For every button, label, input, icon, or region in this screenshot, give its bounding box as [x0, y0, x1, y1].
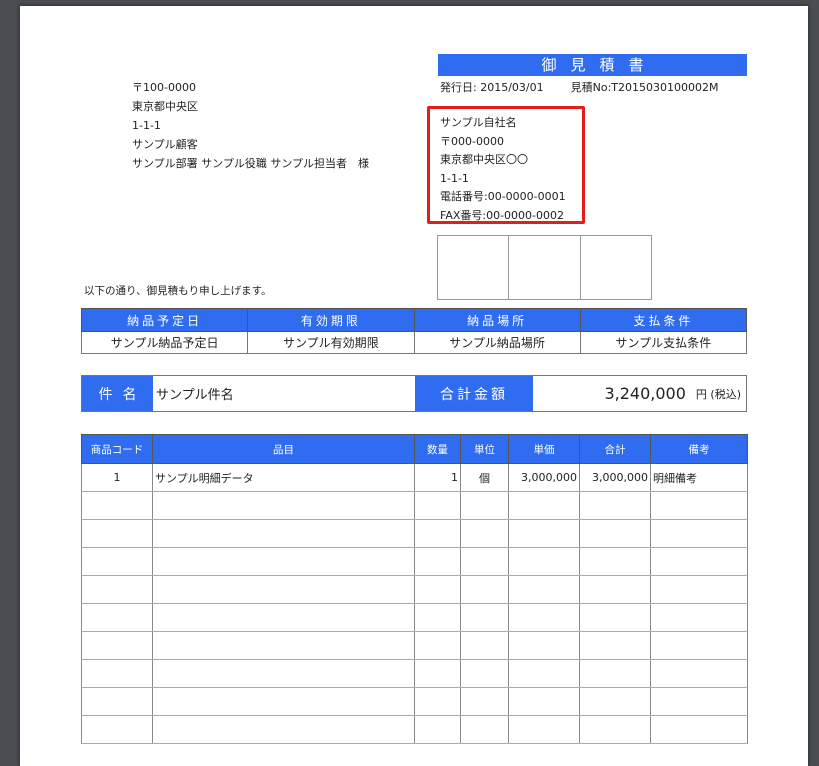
total-value: 3,240,000 [604, 384, 686, 403]
table-row [81, 603, 748, 632]
customer-block: 〒100-0000 東京都中央区 1-1-1 サンプル顧客 サンプル部署 サンプ… [132, 78, 369, 173]
items-header: 合計 [579, 434, 651, 464]
item-total: 3,000,000 [579, 463, 651, 492]
info-value: サンプル有効期限 [247, 331, 415, 354]
items-table: 商品コード 品目 数量 単位 単価 合計 備考 1 サンプル明細データ 1 個 … [81, 434, 748, 744]
item-name: サンプル明細データ [152, 463, 415, 492]
table-row [81, 547, 748, 576]
summary-bar: 件名 サンプル件名 合計金額 3,240,000 円 (税込) [81, 375, 747, 412]
item-price: 3,000,000 [508, 463, 580, 492]
subject-value: サンプル件名 [156, 388, 234, 403]
items-header: 数量 [414, 434, 461, 464]
total-amount: 3,240,000 円 (税込) [533, 376, 746, 411]
info-value: サンプル納品予定日 [80, 331, 249, 354]
items-header: 単価 [508, 434, 580, 464]
item-unit: 個 [460, 463, 509, 492]
table-row [81, 687, 748, 716]
stamp-cell [438, 236, 510, 299]
total-unit: 円 (税込) [695, 387, 741, 401]
estimate-no-label: 見積No: [570, 81, 612, 94]
info-header: 支払条件 [579, 308, 748, 332]
info-header: 有効期限 [247, 308, 415, 332]
issue-info: 発行日: 2015/03/01 見積No:T2015030100002M [440, 79, 760, 95]
table-row [81, 491, 748, 520]
sender-postal: 〒000-0000 [440, 134, 504, 148]
table-row [81, 519, 748, 548]
items-header: 備考 [650, 434, 748, 464]
issue-date: 2015/03/01 [480, 81, 544, 94]
table-row [81, 631, 748, 660]
estimate-no: T2015030100002M [611, 81, 719, 94]
delivery-info-table: 納品予定日 有効期限 納品場所 支払条件 サンプル納品予定日 サンプル有効期限 … [80, 308, 748, 354]
item-qty: 1 [414, 463, 461, 492]
sender-address2: 1-1-1 [440, 171, 469, 185]
info-value: サンプル支払条件 [579, 331, 748, 354]
customer-name: サンプル顧客 [132, 138, 198, 151]
item-note: 明細備考 [650, 463, 748, 492]
stamp-cell [581, 236, 651, 299]
issue-date-label: 発行日: [440, 81, 477, 94]
stamp-boxes [437, 235, 652, 300]
sender-block: サンプル自社名 〒000-0000 東京都中央区〇〇 1-1-1 電話番号:00… [427, 106, 585, 224]
subject-label: 件名 [82, 376, 153, 411]
info-header: 納品予定日 [80, 308, 249, 332]
sender-fax: FAX番号:00-0000-0002 [440, 208, 565, 222]
sender-address1: 東京都中央区〇〇 [440, 153, 528, 166]
items-header: 単位 [460, 434, 509, 464]
document-page: 御見積書 発行日: 2015/03/01 見積No:T2015030100002… [20, 6, 808, 766]
sender-company: サンプル自社名 [440, 116, 517, 129]
info-value: サンプル納品場所 [413, 331, 581, 354]
customer-contact: サンプル部署 サンプル役職 サンプル担当者 様 [132, 157, 370, 170]
sender-phone: 電話番号:00-0000-0001 [440, 190, 566, 203]
table-row: 1 サンプル明細データ 1 個 3,000,000 3,000,000 明細備考 [81, 463, 748, 492]
table-row [81, 715, 748, 744]
table-row [81, 659, 748, 688]
greeting-text: 以下の通り、御見積もり申し上げます。 [84, 285, 272, 297]
items-header: 商品コード [81, 434, 153, 464]
info-header: 納品場所 [413, 308, 581, 332]
items-header: 品目 [152, 434, 415, 464]
customer-address1: 東京都中央区 [132, 100, 198, 113]
document-title: 御見積書 [438, 54, 747, 76]
total-label: 合計金額 [415, 376, 533, 411]
customer-postal: 〒100-0000 [132, 81, 196, 94]
table-row [81, 575, 748, 604]
stamp-cell [509, 236, 581, 299]
customer-address2: 1-1-1 [132, 119, 161, 132]
item-code: 1 [81, 463, 153, 492]
